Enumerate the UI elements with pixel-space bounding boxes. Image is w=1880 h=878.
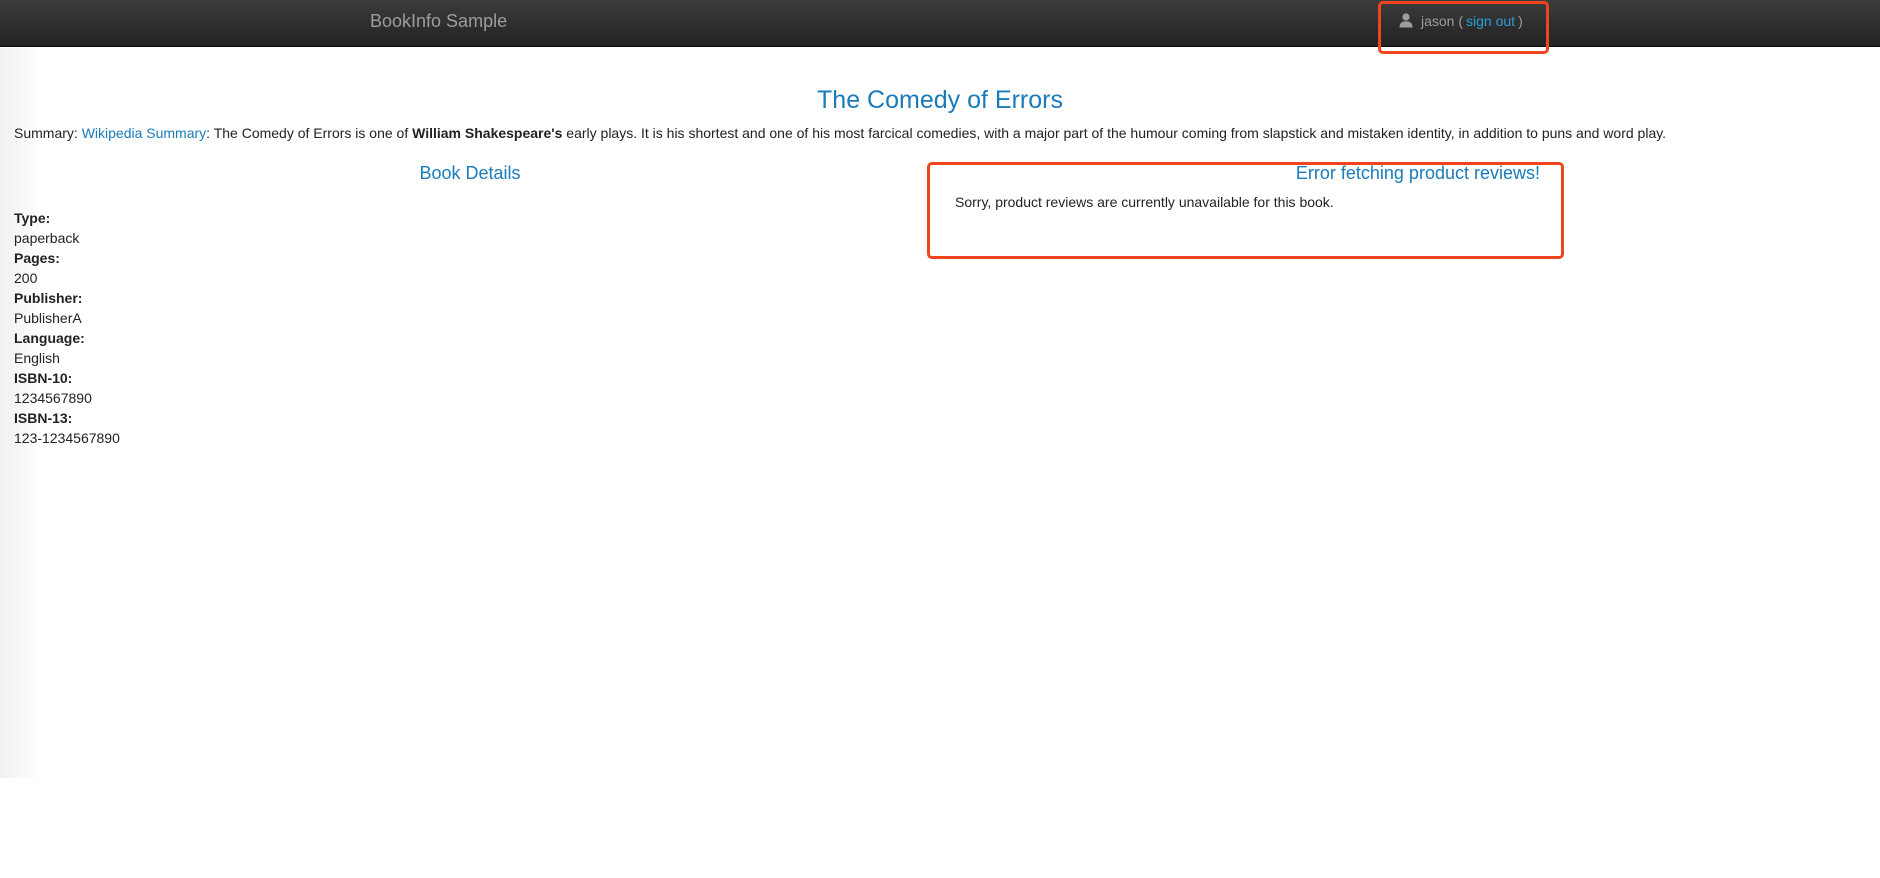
book-summary: Summary: Wikipedia Summary: The Comedy o… (14, 125, 1874, 141)
detail-value-isbn10: 1234567890 (14, 390, 92, 406)
wikipedia-summary-link[interactable]: Wikipedia Summary (82, 125, 206, 141)
user-highlight-box (1378, 1, 1549, 54)
detail-label-isbn10: ISBN-10: (14, 370, 73, 386)
detail-value-isbn13: 123-1234567890 (14, 430, 120, 446)
detail-value-type: paperback (14, 230, 80, 246)
book-details-list: Type: paperback Pages: 200 Publisher: Pu… (14, 208, 120, 448)
navbar: BookInfo Sample jason ( sign out ) (0, 0, 1880, 47)
detail-label-language: Language: (14, 330, 85, 346)
brand-link[interactable]: BookInfo Sample (370, 11, 507, 32)
detail-label-type: Type: (14, 210, 51, 226)
detail-label-isbn13: ISBN-13: (14, 410, 73, 426)
book-title: The Comedy of Errors (817, 86, 1063, 114)
reviews-highlight-box (927, 162, 1564, 259)
summary-text-after: early plays. It is his shortest and one … (566, 125, 1667, 141)
book-details-heading: Book Details (419, 163, 521, 183)
summary-text-before: : The Comedy of Errors is one of (206, 125, 409, 141)
summary-author: William Shakespeare's (412, 125, 563, 141)
summary-label: Summary: (14, 125, 78, 141)
detail-value-publisher: PublisherA (14, 310, 82, 326)
detail-label-pages: Pages: (14, 250, 60, 266)
detail-label-publisher: Publisher: (14, 290, 83, 306)
detail-value-pages: 200 (14, 270, 38, 286)
detail-value-language: English (14, 350, 60, 366)
